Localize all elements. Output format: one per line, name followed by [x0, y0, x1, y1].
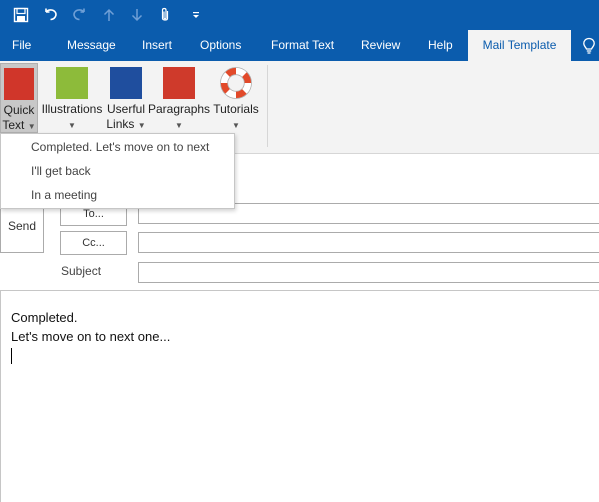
tutorials-button[interactable]: Tutorials ▼: [211, 63, 261, 133]
quick-text-label-line1: Quick: [3, 103, 35, 117]
useful-links-label-line2: Links: [106, 117, 135, 131]
undo-icon[interactable]: [38, 0, 64, 30]
paragraphs-label: Paragraphs: [148, 102, 211, 116]
ribbon-tab-bar: File Message Insert Options Format Text …: [0, 30, 599, 61]
chevron-down-icon: ▼: [175, 121, 183, 130]
paragraphs-button[interactable]: Paragraphs ▼: [148, 63, 210, 133]
quick-text-icon: [4, 68, 34, 100]
quick-text-menu: Completed. Let's move on to next I'll ge…: [0, 133, 235, 209]
useful-links-button[interactable]: Userful Links ▼: [105, 63, 147, 133]
paperclip-icon[interactable]: [152, 0, 178, 30]
chevron-down-icon: ▼: [68, 121, 76, 130]
tab-format-text[interactable]: Format Text: [271, 30, 334, 61]
chevron-down-icon: ▼: [27, 122, 36, 131]
illustrations-icon: [56, 67, 88, 99]
useful-links-label-line1: Userful: [106, 102, 145, 116]
save-icon[interactable]: [8, 0, 34, 30]
illustrations-button[interactable]: Illustrations ▼: [40, 63, 104, 133]
tab-options[interactable]: Options: [200, 30, 241, 61]
tab-insert[interactable]: Insert: [142, 30, 172, 61]
cc-button[interactable]: Cc...: [60, 231, 127, 255]
customize-dropdown-icon[interactable]: [183, 0, 209, 30]
lifebuoy-icon: [220, 67, 252, 99]
useful-links-icon: [110, 67, 142, 99]
message-body[interactable]: [0, 291, 599, 502]
subject-field[interactable]: [138, 262, 599, 283]
up-arrow-icon[interactable]: [96, 0, 122, 30]
down-arrow-icon[interactable]: [124, 0, 150, 30]
illustrations-label: Illustrations: [41, 102, 103, 116]
cc-field[interactable]: [138, 232, 599, 253]
tab-review[interactable]: Review: [361, 30, 400, 61]
menu-item-in-a-meeting[interactable]: In a meeting: [31, 188, 97, 202]
title-bar: [0, 0, 599, 30]
body-text-line-2: Let's move on to next one...: [11, 329, 171, 344]
tab-mail-template[interactable]: Mail Template: [468, 30, 571, 61]
quick-text-button[interactable]: Quick Text ▼: [0, 63, 38, 133]
subject-label: Subject: [61, 264, 102, 278]
tell-me-lightbulb-icon[interactable]: [582, 37, 596, 58]
text-cursor: [11, 348, 12, 364]
menu-item-completed[interactable]: Completed. Let's move on to next: [31, 140, 209, 154]
quick-text-label-line2: Text: [2, 118, 25, 132]
chevron-down-icon: ▼: [232, 121, 240, 130]
body-text-line-1: Completed.: [11, 310, 78, 325]
redo-icon[interactable]: [66, 0, 92, 30]
tab-message[interactable]: Message: [67, 30, 116, 61]
tutorials-label: Tutorials: [213, 102, 259, 116]
ribbon-group-separator: [267, 65, 268, 147]
menu-item-ill-get-back[interactable]: I'll get back: [31, 164, 91, 178]
chevron-down-icon: ▼: [137, 121, 146, 130]
tab-file[interactable]: File: [12, 30, 31, 61]
paragraphs-icon: [163, 67, 195, 99]
tab-help[interactable]: Help: [428, 30, 453, 61]
